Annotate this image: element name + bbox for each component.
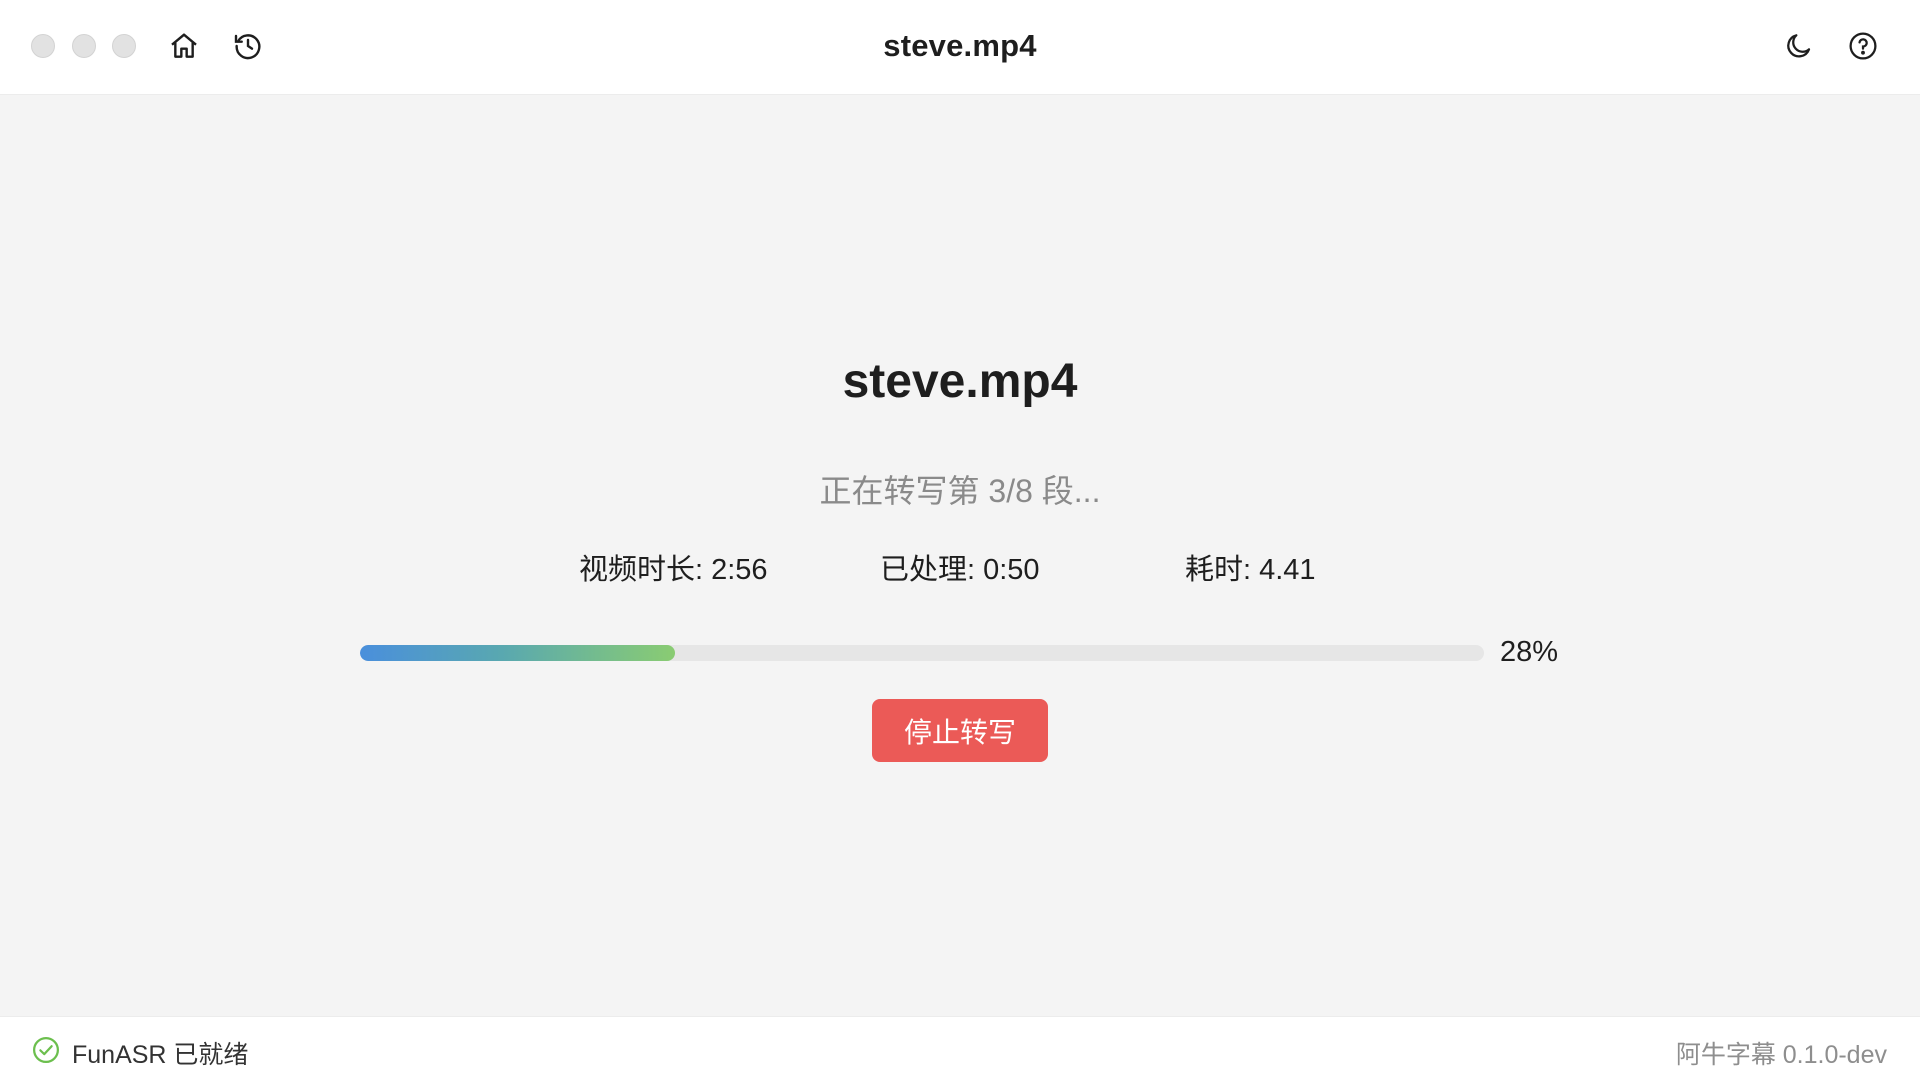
stop-transcription-button[interactable]: 停止转写 xyxy=(872,699,1048,762)
file-title: steve.mp4 xyxy=(842,355,1078,408)
video-duration-stat: 视频时长: 2:56 xyxy=(579,554,768,586)
check-circle-icon xyxy=(33,1037,59,1063)
title-bar: steve.mp4 xyxy=(0,0,1920,95)
transcription-status: 正在转写第 3/8 段... xyxy=(819,473,1101,509)
help-button[interactable] xyxy=(1845,28,1881,64)
transcription-panel: steve.mp4 正在转写第 3/8 段... 视频时长: 2:56 已处理:… xyxy=(0,96,1920,1016)
processed-stat: 已处理: 0:50 xyxy=(880,554,1040,586)
engine-status: FunASR 已就绪 xyxy=(72,1041,249,1069)
progress-percentage: 28% xyxy=(1500,636,1559,668)
elapsed-time-stat: 耗时: 4.41 xyxy=(1185,554,1316,586)
progress-bar xyxy=(360,645,1484,661)
status-bar: FunASR 已就绪 阿牛字幕 0.1.0-dev xyxy=(0,1016,1920,1080)
help-icon xyxy=(1849,32,1877,60)
window-title: steve.mp4 xyxy=(883,28,1037,63)
app-version: 阿牛字幕 0.1.0-dev xyxy=(1675,1041,1887,1069)
moon-icon xyxy=(1787,34,1811,58)
progress-bar-fill xyxy=(360,645,675,661)
dark-mode-toggle[interactable] xyxy=(1781,28,1817,64)
